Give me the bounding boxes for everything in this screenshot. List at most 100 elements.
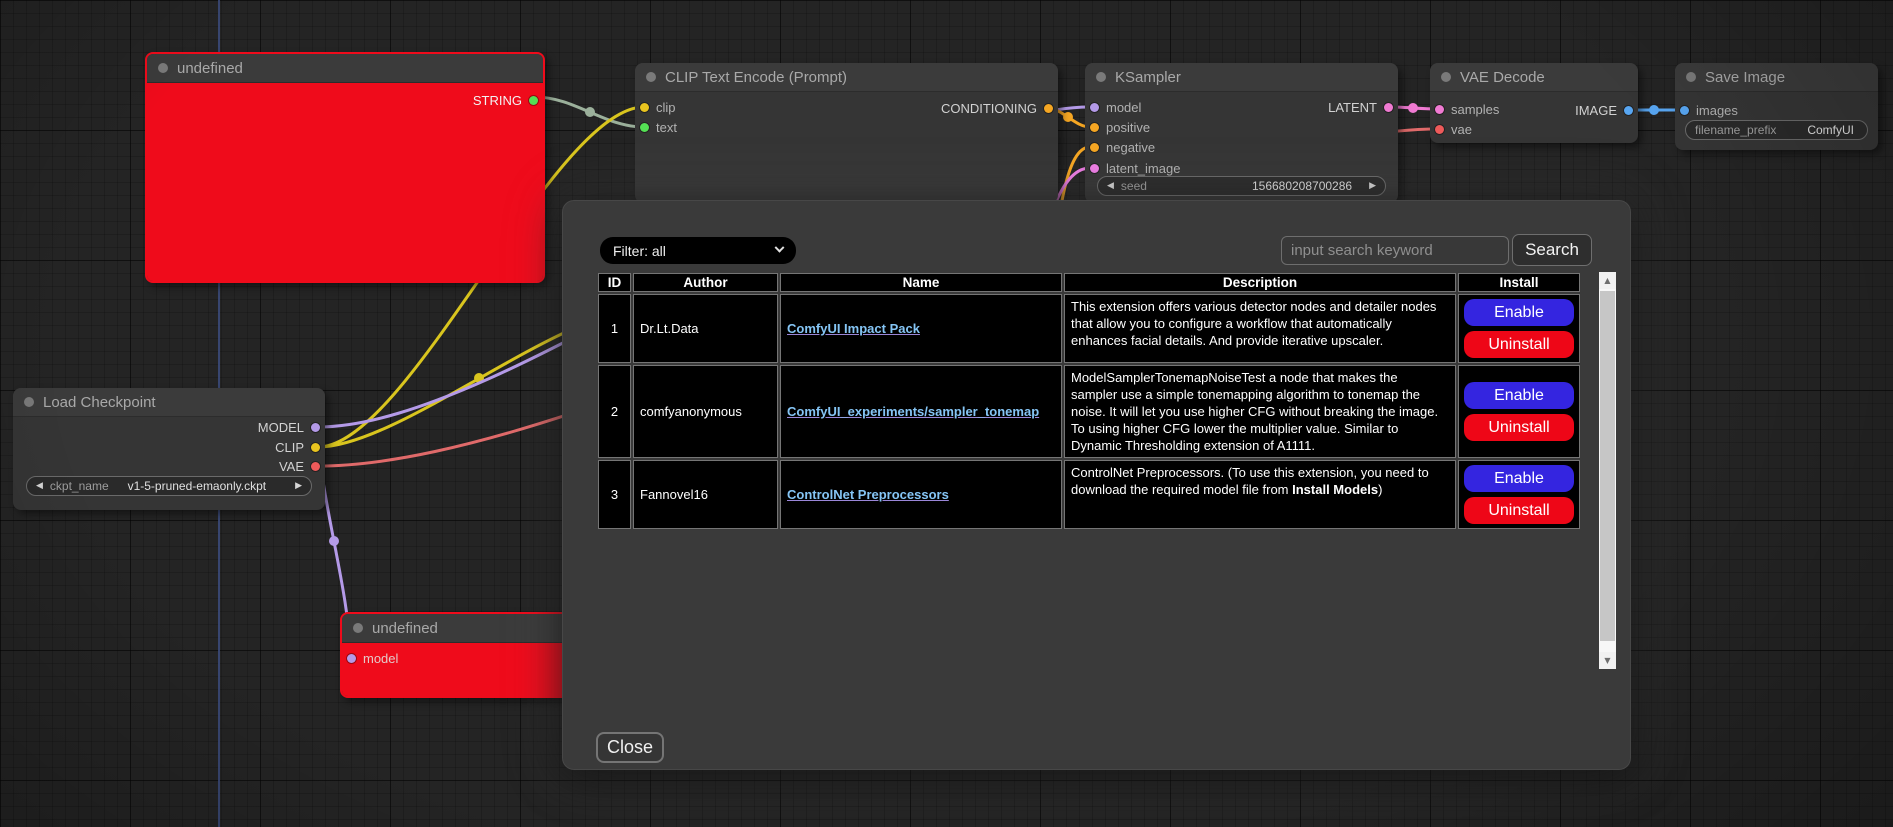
enable-button[interactable]: Enable <box>1464 465 1574 492</box>
port-dot[interactable] <box>1435 105 1444 114</box>
previous-arrow-icon[interactable]: ◀ <box>36 481 43 491</box>
input-port-model[interactable]: model <box>1090 97 1141 117</box>
input-port-positive[interactable]: positive <box>1090 117 1150 137</box>
port-label: MODEL <box>258 420 304 435</box>
header-id: ID <box>598 273 631 292</box>
cell-author: comfyanonymous <box>633 365 778 458</box>
cell-description: ModelSamplerTonemapNoiseTest a node that… <box>1064 365 1456 458</box>
port-dot[interactable] <box>1044 104 1053 113</box>
node-graph-canvas[interactable]: undefined STRING CLIP Text Encode (Promp… <box>0 0 1893 827</box>
close-button[interactable]: Close <box>596 732 664 763</box>
port-dot[interactable] <box>311 443 320 452</box>
input-port-negative[interactable]: negative <box>1090 137 1155 157</box>
node-collapse-dot[interactable] <box>646 72 656 82</box>
node-load-checkpoint[interactable]: Load Checkpoint MODEL CLIP VAE ◀ ckpt_na… <box>13 388 325 510</box>
port-dot[interactable] <box>347 654 356 663</box>
filename-prefix-widget[interactable]: filename_prefix ComfyUI <box>1685 120 1868 140</box>
header-name: Name <box>780 273 1062 292</box>
node-collapse-dot[interactable] <box>1686 72 1696 82</box>
node-save-image[interactable]: Save Image images filename_prefix ComfyU… <box>1675 63 1878 150</box>
filter-dropdown[interactable]: Filter: all <box>600 237 796 264</box>
input-port-images[interactable]: images <box>1680 100 1738 120</box>
filter-dropdown-value: Filter: all <box>613 243 666 259</box>
node-vae-decode[interactable]: VAE Decode samples vae IMAGE <box>1430 63 1638 143</box>
port-dot[interactable] <box>311 423 320 432</box>
output-port-latent[interactable]: LATENT <box>1328 97 1393 117</box>
port-dot[interactable] <box>1435 125 1444 134</box>
node-title-bar[interactable]: KSampler <box>1085 63 1398 92</box>
uninstall-button[interactable]: Uninstall <box>1464 331 1574 358</box>
next-arrow-icon[interactable]: ▶ <box>295 481 302 491</box>
input-port-text[interactable]: text <box>640 117 677 137</box>
search-button[interactable]: Search <box>1512 234 1592 266</box>
cell-install: Enable Uninstall <box>1458 460 1580 529</box>
node-collapse-dot[interactable] <box>1441 72 1451 82</box>
output-port-model[interactable]: MODEL <box>258 417 320 437</box>
node-undefined-top[interactable]: undefined STRING <box>145 52 545 283</box>
node-ksampler[interactable]: KSampler model positive negative latent_… <box>1085 63 1398 203</box>
node-title-label: CLIP Text Encode (Prompt) <box>665 69 847 86</box>
node-collapse-dot[interactable] <box>158 63 168 73</box>
node-title-bar[interactable]: VAE Decode <box>1430 63 1638 92</box>
port-dot[interactable] <box>311 462 320 471</box>
input-port-vae[interactable]: vae <box>1435 119 1472 139</box>
node-collapse-dot[interactable] <box>24 397 34 407</box>
cell-install: Enable Uninstall <box>1458 294 1580 363</box>
output-port-string[interactable]: STRING <box>473 90 538 110</box>
node-title-bar[interactable]: Save Image <box>1675 63 1878 92</box>
decrement-arrow-icon[interactable]: ◀ <box>1107 181 1114 191</box>
table-scrollbar[interactable]: ▲ ▼ <box>1599 272 1616 669</box>
port-dot[interactable] <box>1384 103 1393 112</box>
port-dot[interactable] <box>640 123 649 132</box>
output-port-conditioning[interactable]: CONDITIONING <box>941 98 1053 118</box>
enable-button[interactable]: Enable <box>1464 299 1574 326</box>
seed-widget[interactable]: ◀ seed 156680208700286 ▶ <box>1097 176 1386 196</box>
input-port-model[interactable]: model <box>347 648 398 668</box>
extension-table-container: ID Author Name Description Install 1 Dr.… <box>596 271 1616 669</box>
node-title-bar[interactable]: Load Checkpoint <box>13 388 325 417</box>
node-title-label: KSampler <box>1115 69 1181 86</box>
uninstall-button[interactable]: Uninstall <box>1464 497 1574 524</box>
input-port-latent-image[interactable]: latent_image <box>1090 158 1180 178</box>
ckpt-name-widget[interactable]: ◀ ckpt_name v1-5-pruned-emaonly.ckpt ▶ <box>26 476 312 496</box>
node-clip-text-encode[interactable]: CLIP Text Encode (Prompt) clip text COND… <box>635 63 1058 203</box>
port-dot[interactable] <box>1090 164 1099 173</box>
port-dot[interactable] <box>1624 106 1633 115</box>
output-port-image[interactable]: IMAGE <box>1575 100 1633 120</box>
widget-label: ckpt_name <box>50 479 109 493</box>
extension-link[interactable]: ComfyUI_experiments/sampler_tonemap <box>787 404 1039 419</box>
table-row: 1 Dr.Lt.Data ComfyUI Impact Pack This ex… <box>598 294 1580 363</box>
input-port-samples[interactable]: samples <box>1435 99 1499 119</box>
port-dot[interactable] <box>1680 106 1689 115</box>
output-port-vae[interactable]: VAE <box>279 456 320 476</box>
port-dot[interactable] <box>1090 103 1099 112</box>
port-label: model <box>363 651 398 666</box>
port-dot[interactable] <box>640 103 649 112</box>
input-port-clip[interactable]: clip <box>640 97 676 117</box>
scroll-down-icon[interactable]: ▼ <box>1599 652 1616 669</box>
enable-button[interactable]: Enable <box>1464 382 1574 409</box>
search-input[interactable] <box>1281 236 1509 265</box>
port-label: LATENT <box>1328 100 1377 115</box>
increment-arrow-icon[interactable]: ▶ <box>1369 181 1376 191</box>
extension-link[interactable]: ControlNet Preprocessors <box>787 487 949 502</box>
port-label: CONDITIONING <box>941 101 1037 116</box>
scrollbar-thumb[interactable] <box>1600 291 1615 641</box>
scroll-up-icon[interactable]: ▲ <box>1599 272 1616 289</box>
extension-link[interactable]: ComfyUI Impact Pack <box>787 321 920 336</box>
port-dot[interactable] <box>1090 143 1099 152</box>
extension-table: ID Author Name Description Install 1 Dr.… <box>596 271 1582 531</box>
port-dot[interactable] <box>1090 123 1099 132</box>
node-collapse-dot[interactable] <box>1096 72 1106 82</box>
output-port-clip[interactable]: CLIP <box>275 437 320 457</box>
port-dot[interactable] <box>529 96 538 105</box>
uninstall-button[interactable]: Uninstall <box>1464 414 1574 441</box>
node-title-bar[interactable]: CLIP Text Encode (Prompt) <box>635 63 1058 92</box>
cell-description: ControlNet Preprocessors. (To use this e… <box>1064 460 1456 529</box>
node-collapse-dot[interactable] <box>353 623 363 633</box>
widget-value: v1-5-pruned-emaonly.ckpt <box>128 479 267 493</box>
description-text: ModelSamplerTonemapNoiseTest a node that… <box>1071 370 1438 453</box>
port-label: text <box>656 120 677 135</box>
node-title-label: undefined <box>177 60 243 77</box>
node-title-bar[interactable]: undefined <box>147 54 543 83</box>
